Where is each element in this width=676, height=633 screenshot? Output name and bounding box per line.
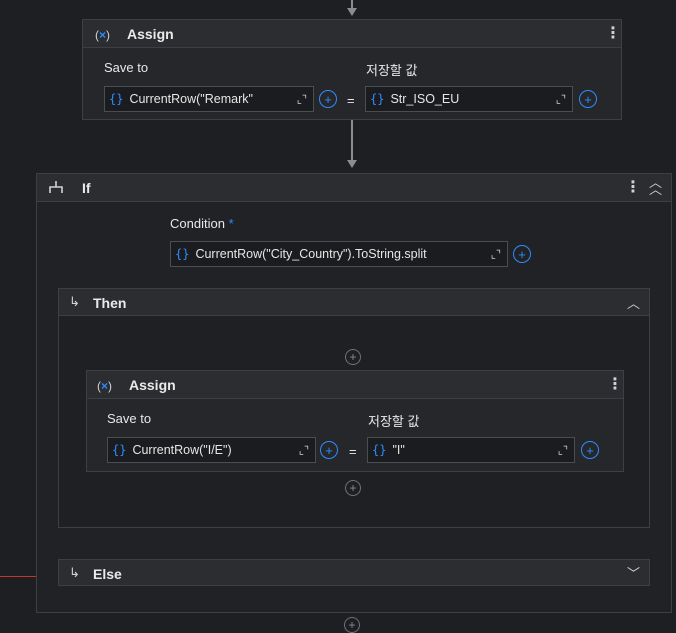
chevron-down-icon[interactable]: ﹀ <box>627 563 640 582</box>
save-to-field[interactable]: {} CurrentRow("I/E") ⌞⌝ <box>107 437 316 463</box>
expression-brace-icon: {} <box>372 443 387 457</box>
else-title: Else <box>93 566 122 582</box>
equals-sign: = <box>347 93 355 108</box>
expand-editor-icon[interactable]: ⌞⌝ <box>556 93 566 106</box>
then-title: Then <box>93 295 127 311</box>
assign-activity-inner[interactable]: (×) Assign ⋮ Save to 저장할 값 {} CurrentRow… <box>86 370 624 472</box>
connector-red-line <box>0 576 38 577</box>
then-block[interactable]: ↳ Then ︿ + (×) Assign ⋮ Save to 저장할 값 {}… <box>58 288 650 528</box>
variable-x-icon: (×) <box>95 28 111 42</box>
condition-label-text: Condition <box>170 216 225 231</box>
add-circle-icon[interactable]: + <box>581 441 599 459</box>
variable-x-icon: (×) <box>97 379 113 393</box>
value-field[interactable]: {} "I" ⌞⌝ <box>367 437 575 463</box>
value-label: 저장할 값 <box>368 414 420 429</box>
branch-arrow-icon: ↳ <box>69 565 80 580</box>
save-to-value: CurrentRow("Remark" <box>129 92 253 106</box>
expression-brace-icon: {} <box>370 92 385 106</box>
connector-mid-arrow <box>347 160 357 168</box>
condition-label: Condition * <box>170 216 234 231</box>
collapse-double-chevron-icon[interactable]: ︿ ︿ <box>649 176 662 196</box>
if-activity[interactable]: If ⋮ ︿ ︿ Condition * {} CurrentRow("City_… <box>36 173 672 613</box>
expand-editor-icon[interactable]: ⌞⌝ <box>299 444 309 457</box>
assign-activity-top[interactable]: (×) Assign ⋮ Save to 저장할 값 {} CurrentRow… <box>82 19 622 120</box>
required-mark: * <box>228 216 234 231</box>
branch-arrow-icon: ↳ <box>69 294 80 309</box>
if-branch-icon <box>47 178 65 201</box>
value-label: 저장할 값 <box>366 63 418 78</box>
save-to-label: Save to <box>104 60 149 75</box>
else-block[interactable]: ↳ Else ﹀ <box>58 559 650 586</box>
connector-top-arrow <box>347 8 357 16</box>
then-header[interactable]: ↳ Then ︿ <box>59 289 649 316</box>
expand-editor-icon[interactable]: ⌞⌝ <box>297 93 307 106</box>
save-to-label: Save to <box>107 411 152 426</box>
assign-inner-title: Assign <box>129 377 176 393</box>
value-value: Str_ISO_EU <box>390 92 460 106</box>
more-options-icon[interactable]: ⋮ <box>605 23 621 43</box>
more-options-icon[interactable]: ⋮ <box>625 177 641 197</box>
add-circle-icon[interactable]: + <box>513 245 531 263</box>
chevron-up-icon[interactable]: ︿ <box>627 293 640 312</box>
if-header[interactable]: If ⋮ ︿ ︿ <box>37 174 671 202</box>
connector-mid <box>351 120 353 160</box>
if-title: If <box>82 180 91 196</box>
add-circle-icon[interactable]: + <box>579 90 597 108</box>
expand-editor-icon[interactable]: ⌞⌝ <box>491 248 501 261</box>
expression-brace-icon: {} <box>109 92 124 106</box>
add-activity-icon[interactable]: + <box>344 617 360 633</box>
add-circle-icon[interactable]: + <box>319 90 337 108</box>
equals-sign: = <box>349 444 357 459</box>
add-activity-icon[interactable]: + <box>345 480 361 496</box>
condition-value: CurrentRow("City_Country").ToString.spli… <box>195 247 427 261</box>
assign-top-title: Assign <box>127 26 174 42</box>
save-to-value: CurrentRow("I/E") <box>132 443 232 457</box>
value-value: "I" <box>392 443 405 457</box>
expression-brace-icon: {} <box>112 443 127 457</box>
expression-brace-icon: {} <box>175 247 190 261</box>
expand-editor-icon[interactable]: ⌞⌝ <box>558 444 568 457</box>
add-circle-icon[interactable]: + <box>320 441 338 459</box>
save-to-field[interactable]: {} CurrentRow("Remark" ⌞⌝ <box>104 86 314 112</box>
add-activity-icon[interactable]: + <box>345 349 361 365</box>
more-options-icon[interactable]: ⋮ <box>607 374 623 394</box>
value-field[interactable]: {} Str_ISO_EU ⌞⌝ <box>365 86 573 112</box>
assign-inner-header[interactable]: (×) Assign ⋮ <box>87 371 623 399</box>
condition-field[interactable]: {} CurrentRow("City_Country").ToString.s… <box>170 241 508 267</box>
assign-top-header[interactable]: (×) Assign ⋮ <box>83 20 621 48</box>
